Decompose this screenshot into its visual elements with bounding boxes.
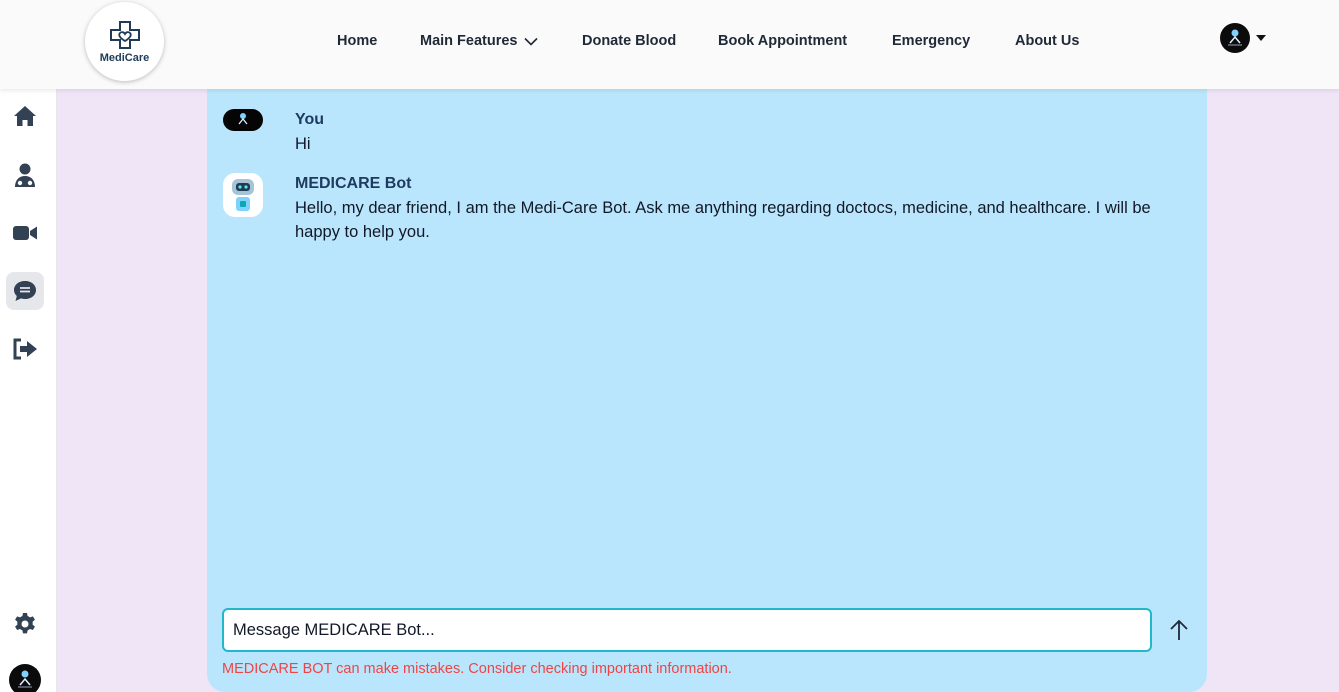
nav-about-us[interactable]: About Us [1015, 33, 1079, 49]
nav-home[interactable]: Home [337, 33, 377, 49]
message-text-user: Hi [295, 135, 311, 153]
message-sender-bot: MEDICARE Bot [295, 175, 412, 192]
nav-main-features[interactable]: Main Features [420, 33, 538, 49]
logout-icon [13, 338, 37, 360]
doctor-icon [15, 163, 35, 187]
sidebar-item-doctors[interactable] [6, 156, 44, 194]
sidebar-user-avatar[interactable] [9, 664, 41, 692]
bot-avatar [223, 173, 263, 217]
sidebar-item-video[interactable] [6, 214, 44, 252]
top-navbar: MediCare Home Main Features Donate Blood… [0, 0, 1339, 89]
nav-main-features-label: Main Features [420, 33, 518, 49]
sidebar-item-chat[interactable] [6, 272, 44, 310]
home-icon [14, 106, 36, 126]
user-message-avatar [223, 109, 263, 131]
sidebar-item-logout[interactable] [6, 330, 44, 368]
nav-emergency[interactable]: Emergency [892, 33, 970, 49]
chevron-down-icon [523, 37, 538, 46]
send-button[interactable] [1165, 616, 1193, 644]
medical-cross-heart-icon [109, 20, 140, 49]
message-text-bot: Hello, my dear friend, I am the Medi-Car… [295, 199, 1151, 241]
avatar-figure-icon [238, 113, 248, 125]
message-sender-you: You [295, 111, 325, 128]
avatar-figure-icon [1228, 29, 1242, 46]
nav-donate-blood[interactable]: Donate Blood [582, 33, 676, 49]
arrow-up-icon [1170, 619, 1188, 640]
message-input[interactable] [224, 610, 1150, 650]
robot-icon [232, 179, 254, 211]
logo-text: MediCare [99, 51, 150, 64]
message-input-wrapper [222, 608, 1152, 652]
disclaimer-text: MEDICARE BOT can make mistakes. Consider… [222, 661, 732, 677]
user-menu-caret-icon[interactable] [1256, 35, 1266, 41]
sidebar [0, 89, 57, 692]
nav-book-appointment[interactable]: Book Appointment [718, 33, 847, 49]
user-avatar[interactable] [1220, 23, 1250, 53]
chat-panel: You Hi MEDICARE Bot Hello, my dear frien… [207, 89, 1207, 692]
avatar-figure-icon [18, 670, 32, 688]
medicare-logo[interactable]: MediCare [85, 2, 164, 81]
chat-icon [14, 281, 36, 301]
sidebar-item-settings[interactable] [6, 605, 44, 643]
sidebar-item-home[interactable] [6, 97, 44, 135]
video-icon [13, 226, 37, 240]
gear-icon [15, 613, 35, 634]
